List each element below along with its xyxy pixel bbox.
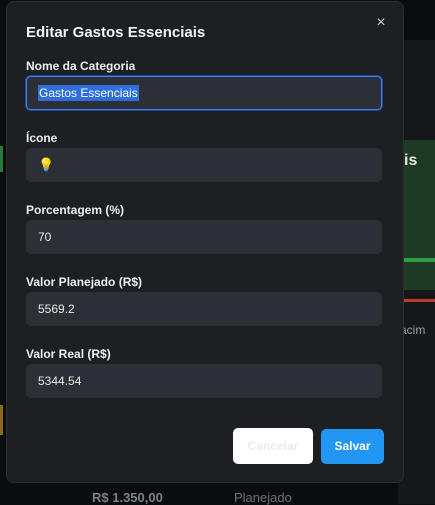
planned-value-label: Valor Planejado (R$) [26,275,143,289]
background-accent-left [0,146,3,172]
modal-title: Editar Gastos Essenciais [26,24,206,41]
cancel-button[interactable]: Cancelar [233,428,313,464]
save-button[interactable]: Salvar [321,429,384,464]
percentage-input[interactable]: 70 [26,220,382,254]
category-name-value: Gastos Essenciais [38,85,139,101]
real-value-input[interactable]: 5344.54 [26,364,382,398]
background-value: R$ 1.350,00 [92,490,163,505]
icon-input[interactable]: 💡 [26,148,382,182]
background-heading: is [404,152,418,169]
close-icon[interactable]: × [373,15,389,31]
lightbulb-icon: 💡 [38,157,55,172]
category-name-label: Nome da Categoria [26,59,136,73]
background-accent-left-2 [0,405,3,435]
icon-label: Ícone [26,131,58,145]
real-value-label: Valor Real (R$) [26,347,111,361]
percentage-label: Porcentagem (%) [26,203,125,217]
category-name-input[interactable]: Gastos Essenciais [26,76,382,110]
edit-category-modal: Editar Gastos Essenciais × Nome da Categ… [6,1,404,483]
planned-value-input[interactable]: 5569.2 [26,292,382,326]
background-label-planned: Planejado [234,490,292,505]
